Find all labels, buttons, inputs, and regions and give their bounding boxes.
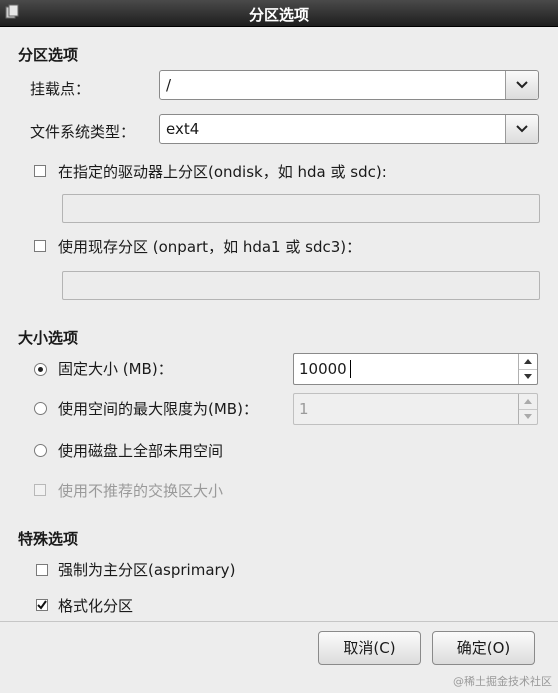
fixed-size-spinbox[interactable]: 10000 — [293, 353, 538, 385]
section-partition-options: 分区选项 — [18, 46, 79, 64]
text-cursor — [350, 360, 351, 378]
chevron-down-icon — [524, 414, 532, 419]
fixed-size-decrement[interactable] — [519, 369, 537, 384]
fs-type-dropdown-button[interactable] — [505, 115, 538, 143]
max-size-spinbox[interactable]: 1 — [293, 393, 538, 425]
button-area-divider — [0, 621, 558, 622]
fixed-size-label[interactable]: 固定大小 (MB)： — [58, 358, 173, 379]
onpart-label[interactable]: 使用现存分区 (onpart，如 hda1 或 sdc3)： — [58, 236, 361, 257]
mount-point-combo[interactable]: / — [159, 70, 539, 100]
grow-label[interactable]: 使用磁盘上全部未用空间 — [58, 440, 223, 461]
mount-point-dropdown-button[interactable] — [505, 71, 538, 99]
onpart-input[interactable] — [62, 271, 540, 300]
recommended-swap-checkbox[interactable] — [34, 484, 46, 496]
max-size-increment[interactable] — [519, 394, 537, 410]
watermark: @稀土掘金技术社区 — [453, 675, 552, 688]
max-size-label[interactable]: 使用空间的最大限度为(MB)： — [58, 398, 258, 419]
chevron-up-icon — [524, 399, 532, 404]
title-bar: 分区选项 — [0, 0, 558, 27]
max-size-spin-arrows — [518, 394, 537, 424]
cancel-button[interactable]: 取消(C) — [318, 631, 421, 665]
ondisk-checkbox[interactable] — [34, 165, 46, 177]
fixed-size-increment[interactable] — [519, 354, 537, 370]
chevron-down-icon — [516, 125, 528, 133]
recommended-swap-label: 使用不推荐的交换区大小 — [58, 482, 224, 500]
fs-type-value[interactable]: ext4 — [166, 120, 199, 138]
chevron-down-icon — [524, 374, 532, 379]
section-size-options: 大小选项 — [18, 329, 79, 347]
radio-selected-dot — [38, 367, 43, 372]
asprimary-checkbox[interactable] — [36, 564, 48, 576]
fs-type-label: 文件系统类型： — [30, 123, 136, 141]
chevron-up-icon — [524, 359, 532, 364]
ondisk-label[interactable]: 在指定的驱动器上分区(ondisk，如 hda 或 sdc): — [58, 161, 387, 182]
fs-type-combo[interactable]: ext4 — [159, 114, 539, 144]
ondisk-input[interactable] — [62, 194, 540, 223]
mount-point-label: 挂载点： — [30, 80, 91, 98]
fixed-size-radio[interactable] — [34, 363, 47, 376]
grow-radio[interactable] — [34, 444, 47, 457]
asprimary-label[interactable]: 强制为主分区(asprimary) — [58, 559, 235, 580]
fixed-size-value[interactable]: 10000 — [299, 360, 347, 378]
ok-button[interactable]: 确定(O) — [432, 631, 535, 665]
onpart-checkbox[interactable] — [34, 240, 46, 252]
mount-point-value[interactable]: / — [166, 76, 171, 94]
max-size-value[interactable]: 1 — [299, 400, 309, 418]
format-checkbox[interactable] — [36, 599, 48, 611]
fixed-size-spin-arrows — [518, 354, 537, 384]
section-special-options: 特殊选项 — [18, 530, 79, 548]
chevron-down-icon — [516, 81, 528, 89]
format-label[interactable]: 格式化分区 — [58, 595, 133, 616]
max-size-decrement[interactable] — [519, 409, 537, 424]
checkmark-icon — [37, 600, 47, 610]
max-size-radio[interactable] — [34, 402, 47, 415]
window-title: 分区选项 — [248, 6, 309, 24]
